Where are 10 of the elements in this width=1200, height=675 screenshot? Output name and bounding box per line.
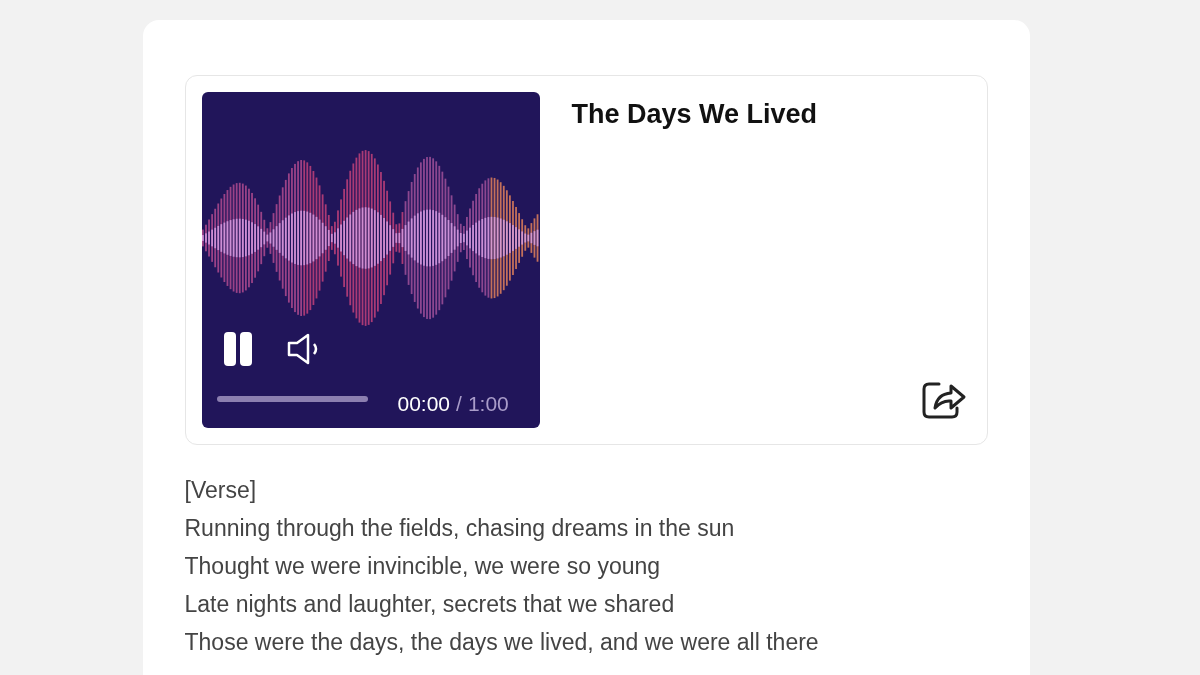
time-separator: /	[456, 391, 462, 417]
lyric-line: [Verse]	[184, 476, 257, 505]
duration: 1:00	[467, 391, 509, 417]
song-title: The Days We Lived	[571, 98, 818, 131]
current-time: 00:00	[397, 391, 451, 417]
progress-track[interactable]	[216, 396, 368, 402]
lyric-line: Those were the days, the days we lived, and we were all there	[184, 628, 819, 657]
lyric-line: Running through the fields, chasing dreams in the sun	[184, 514, 735, 543]
lyric-line: Thought we were invincible, we were so young	[184, 552, 661, 581]
lyric-line: Late nights and laughter, secrets that we shared	[184, 590, 675, 619]
